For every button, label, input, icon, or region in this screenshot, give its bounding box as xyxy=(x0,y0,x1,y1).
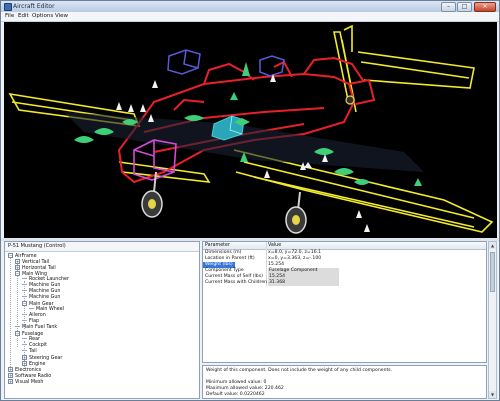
max-value-text: Maximum allowed value: 220.462 xyxy=(206,386,284,391)
description-panel: Weight of this component. Does not inclu… xyxy=(202,365,487,399)
tree-item-label: Tail xyxy=(29,349,37,354)
parameter-column-header[interactable]: Parameter xyxy=(205,243,230,248)
property-row[interactable]: Current Mass with Children (lbs) 31.368 xyxy=(203,280,486,286)
tree-connector xyxy=(15,326,20,327)
menu-edit[interactable]: Edit xyxy=(18,13,29,19)
tree-item-label: Flap xyxy=(29,319,40,324)
scroll-up-icon[interactable]: ▲ xyxy=(489,242,496,249)
tree-connector xyxy=(22,278,27,279)
app-window: Aircraft Editor – □ ✕ File Edit Options … xyxy=(0,0,500,401)
tree-item-label: Cockpit xyxy=(29,343,47,348)
tree-item-label: Machine Gun xyxy=(29,289,61,294)
default-value-text: Default value: 0.0220462 xyxy=(206,392,265,397)
expand-icon[interactable]: + xyxy=(15,259,20,264)
tree-item-label: Main Fuel Tank xyxy=(22,325,58,330)
collapse-icon[interactable]: − xyxy=(22,301,27,306)
tree-header: P-51 Mustang (Control) xyxy=(5,242,199,252)
component-tree: P-51 Mustang (Control) − AirFrame + Vertica… xyxy=(4,241,200,399)
tree-item-label: Machine Gun xyxy=(29,295,61,300)
expand-icon[interactable]: + xyxy=(22,361,27,366)
min-value-text: Minimum allowed value: 0 xyxy=(206,380,267,385)
property-grid: Parameter Value Dimensions (m) x=8.0, y=7… xyxy=(202,241,487,363)
expand-icon[interactable]: + xyxy=(8,373,13,378)
tree-connector xyxy=(22,338,27,339)
tree-item-label: Rear xyxy=(29,337,40,342)
collapse-icon[interactable]: − xyxy=(15,331,20,336)
tree-connector xyxy=(22,350,27,351)
value-column-header[interactable]: Value xyxy=(268,243,281,248)
aircraft-wireframe xyxy=(8,24,494,234)
tree-item-label: Machine Gun xyxy=(29,283,61,288)
property-value: 31.368 xyxy=(268,280,339,286)
menu-file[interactable]: File xyxy=(5,13,14,19)
app-icon xyxy=(4,3,12,11)
tree-connector xyxy=(22,296,27,297)
tree-connector xyxy=(29,308,34,309)
expand-icon[interactable]: + xyxy=(8,379,13,384)
menu-bar: File Edit Options View xyxy=(1,12,499,22)
tree-connector xyxy=(22,290,27,291)
expand-icon[interactable]: + xyxy=(15,265,20,270)
collapse-icon[interactable]: − xyxy=(15,271,20,276)
description-text: Weight of this component. Does not inclu… xyxy=(206,368,393,373)
tree-item-label: Rocket Launcher xyxy=(29,277,69,282)
tree-item-label: Aileron xyxy=(29,313,46,318)
property-scrollbar[interactable]: ▲ ▼ xyxy=(488,241,497,399)
property-grid-header: Parameter Value xyxy=(203,242,486,250)
menu-view[interactable]: View xyxy=(55,13,68,19)
scroll-down-icon[interactable]: ▼ xyxy=(489,391,496,398)
window-title: Aircraft Editor xyxy=(13,3,55,10)
tree-item-label: Visual Mesh xyxy=(15,380,44,385)
close-button[interactable]: ✕ xyxy=(474,2,496,12)
tree-root-label: P-51 Mustang (Control) xyxy=(8,243,66,249)
tree-guide-line xyxy=(10,255,11,367)
menu-options[interactable]: Options xyxy=(32,13,53,19)
tree-connector xyxy=(22,314,27,315)
tree-item-label: Main Wheel xyxy=(36,307,64,312)
tree-item[interactable]: + Visual Mesh xyxy=(8,379,43,385)
blue-component-box xyxy=(167,49,285,77)
collapse-icon[interactable]: − xyxy=(8,253,13,258)
expand-icon[interactable]: + xyxy=(8,367,13,372)
tree-connector xyxy=(22,284,27,285)
tree-connector xyxy=(22,344,27,345)
minimize-button[interactable]: – xyxy=(441,2,456,12)
maximize-button[interactable]: □ xyxy=(457,2,472,12)
tree-connector xyxy=(22,320,27,321)
expand-icon[interactable]: + xyxy=(22,355,27,360)
3d-viewport[interactable] xyxy=(4,22,497,238)
scroll-thumb[interactable] xyxy=(490,252,495,292)
